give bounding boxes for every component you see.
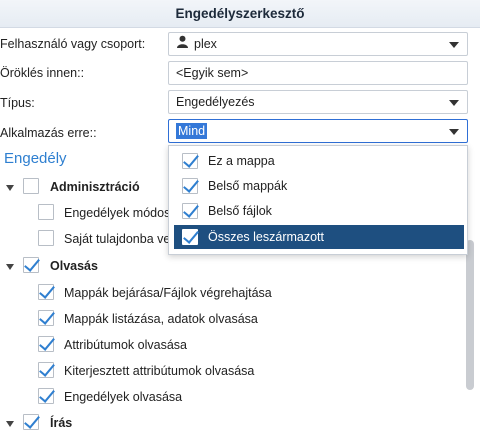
apply-to-label: Alkalmazás erre:: bbox=[0, 126, 97, 140]
files-checkbox[interactable] bbox=[182, 203, 198, 219]
chevron-down-icon[interactable] bbox=[449, 100, 459, 106]
read-extended-attributes-label: Kiterjesztett attribútumok olvasása bbox=[64, 364, 255, 378]
dropdown-option-files[interactable]: Belső fájlok bbox=[174, 199, 464, 223]
dialog-title: Engedélyszerkesztő bbox=[0, 0, 480, 28]
apply-to-value: Mind bbox=[176, 123, 208, 139]
take-ownership-label: Saját tulajdonba ve bbox=[64, 232, 171, 246]
write-label: Írás bbox=[50, 416, 73, 430]
write-checkbox[interactable] bbox=[23, 414, 39, 430]
read-attributes-label: Attribútumok olvasása bbox=[64, 338, 187, 352]
dropdown-option-subfolders[interactable]: Belső mappák bbox=[174, 174, 464, 198]
expand-triangle-icon[interactable] bbox=[6, 185, 14, 191]
type-value: Engedélyezés bbox=[176, 95, 255, 109]
chevron-down-icon[interactable] bbox=[449, 129, 459, 135]
take-ownership-checkbox[interactable] bbox=[38, 230, 54, 246]
read-extended-attributes-checkbox[interactable] bbox=[38, 362, 54, 378]
vertical-scrollbar[interactable] bbox=[466, 240, 474, 390]
user-icon bbox=[176, 33, 189, 55]
dropdown-option-this-folder[interactable]: Ez a mappa bbox=[174, 149, 464, 173]
read-attributes-checkbox[interactable] bbox=[38, 336, 54, 352]
all-descendants-label: Összes leszármazott bbox=[208, 230, 325, 244]
apply-to-dropdown-list: Ez a mappa Belső mappák Belső fájlok Öss… bbox=[168, 145, 468, 255]
list-folder-checkbox[interactable] bbox=[38, 310, 54, 326]
list-folder-label: Mappák listázása, adatok olvasása bbox=[64, 312, 258, 326]
traverse-label: Mappák bejárása/Fájlok végrehajtása bbox=[64, 286, 272, 300]
inherit-label: Öröklés innen:: bbox=[0, 66, 85, 80]
change-permissions-label: Engedélyek módos bbox=[64, 206, 171, 220]
type-label: Típus: bbox=[0, 96, 35, 110]
user-group-select[interactable]: plex bbox=[168, 32, 468, 56]
read-permissions-label: Engedélyek olvasása bbox=[64, 390, 183, 404]
all-descendants-checkbox[interactable] bbox=[182, 229, 198, 245]
files-label: Belső fájlok bbox=[208, 204, 272, 218]
traverse-checkbox[interactable] bbox=[38, 284, 54, 300]
subfolders-label: Belső mappák bbox=[208, 179, 288, 193]
this-folder-label: Ez a mappa bbox=[208, 154, 275, 168]
change-permissions-checkbox[interactable] bbox=[38, 204, 54, 220]
permissions-title: Engedély bbox=[4, 150, 67, 167]
expand-triangle-icon[interactable] bbox=[6, 421, 14, 427]
read-label: Olvasás bbox=[50, 259, 98, 273]
user-group-label: Felhasználó vagy csoport: bbox=[0, 37, 146, 51]
administration-label: Adminisztráció bbox=[50, 180, 140, 194]
user-group-value: plex bbox=[194, 37, 217, 51]
read-checkbox[interactable] bbox=[23, 257, 39, 273]
expand-triangle-icon[interactable] bbox=[6, 264, 14, 270]
inherit-value: <Egyik sem> bbox=[176, 66, 249, 80]
apply-to-select[interactable]: Mind bbox=[168, 119, 468, 143]
this-folder-checkbox[interactable] bbox=[182, 153, 198, 169]
chevron-down-icon[interactable] bbox=[449, 42, 459, 48]
subfolders-checkbox[interactable] bbox=[182, 178, 198, 194]
dropdown-option-all-descendants[interactable]: Összes leszármazott bbox=[174, 225, 464, 249]
inherit-field: <Egyik sem> bbox=[168, 61, 468, 85]
read-permissions-checkbox[interactable] bbox=[38, 388, 54, 404]
administration-checkbox[interactable] bbox=[23, 178, 39, 194]
type-select[interactable]: Engedélyezés bbox=[168, 90, 468, 114]
